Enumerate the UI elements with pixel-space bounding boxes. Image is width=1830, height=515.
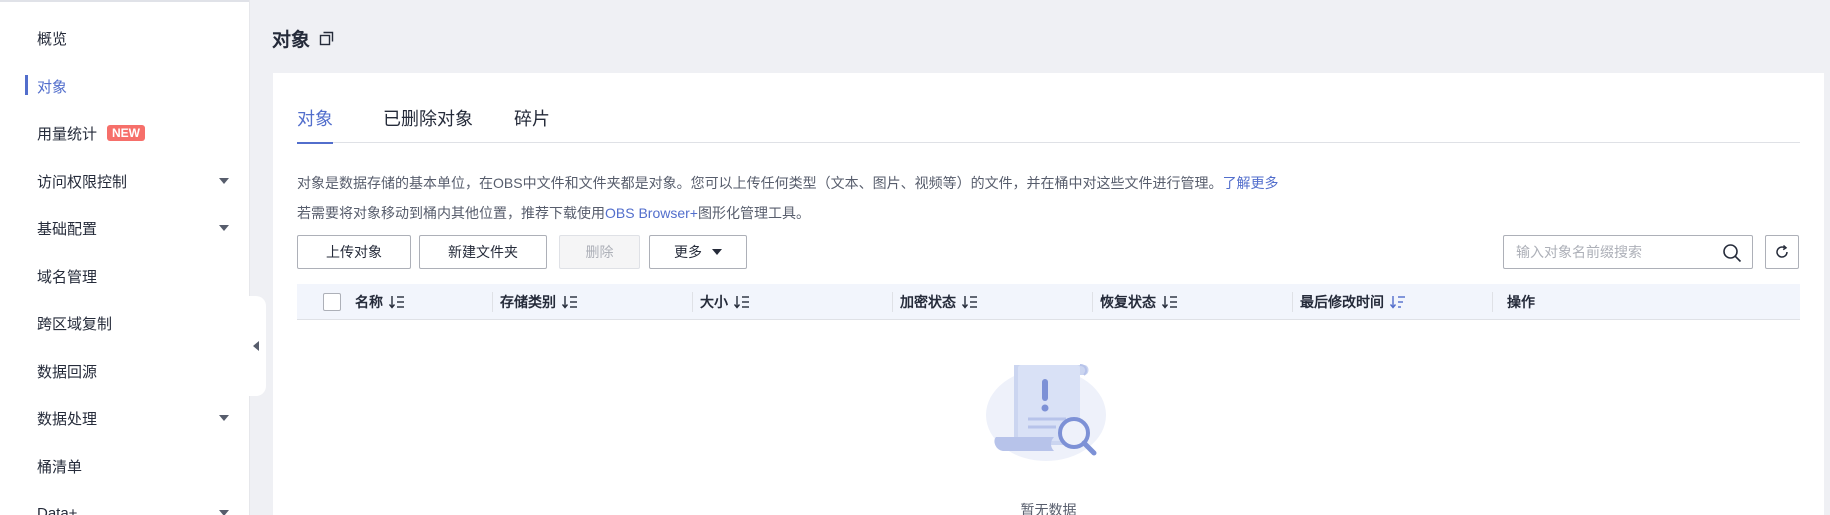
sort-active-icon[interactable] [1390,295,1406,309]
page-title: 对象 [272,30,311,51]
sidebar-item-label: 跨区域复制 [37,315,113,333]
obs-browser-link[interactable]: OBS Browser+ [605,205,698,221]
sidebar-item-data-processing[interactable]: 数据处理 [0,398,250,438]
more-dropdown[interactable]: 更多 [649,235,747,269]
column-header-label: 恢复状态 [1100,294,1156,310]
sidebar-item-label: 对象 [37,78,68,96]
description-line-2: 若需要将对象移动到桶内其他位置，推荐下载使用OBS Browser+图形化管理工… [297,203,810,223]
search-icon[interactable] [1722,243,1742,266]
refresh-icon [1776,244,1788,258]
sidebar-item-label: 概览 [37,30,68,48]
sidebar-item-label: 基础配置 [37,220,98,238]
column-divider[interactable] [1492,292,1493,312]
sidebar-item-objects[interactable]: 对象 [0,66,250,106]
column-divider[interactable] [892,292,893,312]
column-header-size[interactable]: 大小 [700,284,750,320]
search-input[interactable]: 输入对象名前缀搜索 [1503,235,1753,269]
sidebar-item-bucket-inventory[interactable]: 桶清单 [0,446,250,486]
sort-icon[interactable] [389,295,405,309]
sidebar-item-usage-stats[interactable]: 用量统计 NEW [0,113,250,153]
sidebar-item-cross-region-replication[interactable]: 跨区域复制 [0,303,250,343]
description-text: 对象是数据存储的基本单位，在OBS中文件和文件夹都是对象。您可以上传任何类型（文… [297,175,1223,191]
tab-bar: 对象 已删除对象 碎片 [297,105,1800,144]
column-header-actions: 操作 [1507,294,1535,310]
empty-data-illustration [984,361,1108,470]
sidebar-collapse-handle[interactable] [246,296,266,396]
column-divider[interactable] [492,292,493,312]
sidebar-item-access-control[interactable]: 访问权限控制 [0,161,250,201]
chevron-down-icon [219,178,229,184]
learn-more-link[interactable]: 了解更多 [1223,175,1279,191]
sidebar-item-label: 桶清单 [37,458,83,476]
copy-icon[interactable] [319,31,334,46]
sidebar-item-overview[interactable]: 概览 [0,18,250,58]
sort-icon[interactable] [562,295,578,309]
column-header-label: 最后修改时间 [1300,294,1384,310]
sidebar-item-domain-management[interactable]: 域名管理 [0,256,250,296]
empty-data-text: 暂无数据 [1020,502,1077,515]
chevron-down-icon [219,510,229,515]
sidebar-item-label: 域名管理 [37,268,98,286]
delete-button[interactable]: 删除 [559,235,640,269]
caret-down-icon [712,249,722,255]
description-text: 若需要将对象移动到桶内其他位置，推荐下载使用 [297,205,605,221]
column-header-label: 名称 [355,294,383,310]
sidebar-item-label: Data+ [37,504,78,515]
column-header-label: 大小 [700,294,728,310]
column-header-last-modified[interactable]: 最后修改时间 [1300,284,1406,320]
more-label: 更多 [674,244,702,260]
description-text: 图形化管理工具。 [697,205,810,221]
sidebar: 概览 对象 用量统计 NEW 访问权限控制 基础配置 域名管理 跨区域复制 数据回… [0,0,250,515]
column-header-label: 加密状态 [900,294,956,310]
sidebar-item-data-plus[interactable]: Data+ [0,493,250,515]
objects-panel: 对象 已删除对象 碎片 对象是数据存储的基本单位，在OBS中文件和文件夹都是对象… [273,73,1824,515]
sidebar-item-label: 访问权限控制 [37,173,128,191]
sidebar-item-label: 数据回源 [37,363,98,381]
column-header-storage-class[interactable]: 存储类别 [500,284,578,320]
page-title-row: 对象 [272,25,334,52]
sidebar-item-label: 数据处理 [37,410,98,428]
tab-objects[interactable]: 对象 [297,105,333,144]
search-placeholder: 输入对象名前缀搜索 [1516,244,1642,260]
sidebar-item-basic-config[interactable]: 基础配置 [0,208,250,248]
column-divider[interactable] [1092,292,1093,312]
sort-icon[interactable] [1162,295,1178,309]
refresh-button[interactable] [1765,235,1799,269]
tab-deleted-objects[interactable]: 已删除对象 [383,105,473,143]
column-divider[interactable] [1292,292,1293,312]
description-line-1: 对象是数据存储的基本单位，在OBS中文件和文件夹都是对象。您可以上传任何类型（文… [297,173,1279,193]
tab-fragments[interactable]: 碎片 [514,105,550,143]
chevron-down-icon [219,415,229,421]
column-header-encryption-status[interactable]: 加密状态 [900,284,978,320]
select-all-checkbox[interactable] [323,293,341,311]
sort-icon[interactable] [734,295,750,309]
new-badge: NEW [107,125,146,141]
upload-object-button[interactable]: 上传对象 [297,235,411,269]
sidebar-item-back-to-source[interactable]: 数据回源 [0,351,250,391]
chevron-down-icon [219,225,229,231]
column-divider[interactable] [692,292,693,312]
column-header-label: 存储类别 [500,294,556,310]
sort-icon[interactable] [962,295,978,309]
new-folder-button[interactable]: 新建文件夹 [419,235,547,269]
sidebar-item-label: 用量统计 [37,125,98,143]
column-header-restore-status[interactable]: 恢复状态 [1100,284,1178,320]
column-header-name[interactable]: 名称 [355,284,405,320]
table-header: 名称 存储类别 大小 加密状态 恢复状态 最后修改时间 操作 [297,284,1800,320]
chevron-left-icon [253,341,259,351]
